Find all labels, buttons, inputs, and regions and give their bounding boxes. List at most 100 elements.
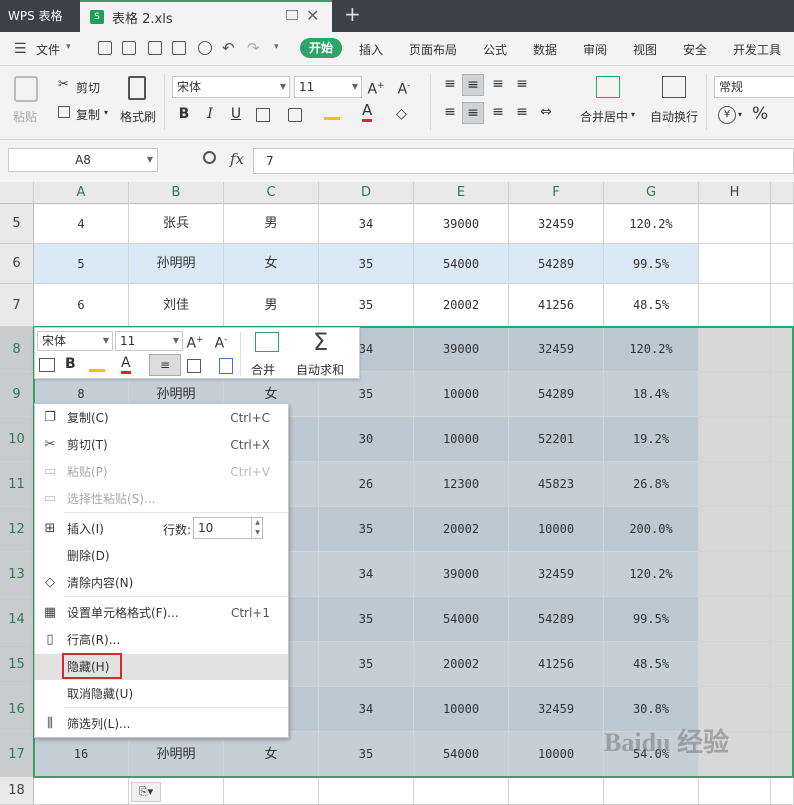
column-header-extra[interactable] bbox=[771, 182, 794, 204]
cell-e10[interactable]: 10000 bbox=[414, 417, 509, 462]
hamburger-icon[interactable]: ☰ bbox=[14, 41, 27, 57]
row-header-5[interactable]: 5 bbox=[0, 204, 34, 244]
tab-developer[interactable]: 开发工具 bbox=[733, 41, 781, 58]
row-header-13[interactable]: 13 bbox=[0, 552, 34, 597]
orientation-icon[interactable]: ≡ bbox=[512, 74, 532, 94]
quick-access-dropdown-icon[interactable]: ▾ bbox=[274, 42, 279, 52]
cell-f17[interactable]: 10000 bbox=[509, 732, 604, 777]
copy-icon[interactable] bbox=[58, 106, 70, 118]
cell-h7[interactable] bbox=[699, 284, 771, 327]
eraser-icon[interactable]: ◇ bbox=[396, 106, 407, 122]
cell-overflow[interactable] bbox=[771, 462, 794, 507]
row-header-14[interactable]: 14 bbox=[0, 597, 34, 642]
cell-h11[interactable] bbox=[699, 462, 771, 507]
cell-a18[interactable] bbox=[34, 777, 129, 805]
font-size-select[interactable]: 11 ▼ bbox=[294, 76, 362, 98]
zoom-icon[interactable] bbox=[203, 151, 216, 164]
cell-f10[interactable]: 52201 bbox=[509, 417, 604, 462]
copy-button[interactable]: 复制 bbox=[76, 106, 100, 123]
tab-formulas[interactable]: 公式 bbox=[483, 41, 507, 58]
cell-h10[interactable] bbox=[699, 417, 771, 462]
align-left-icon[interactable]: ≡ bbox=[440, 102, 460, 122]
cell-overflow[interactable] bbox=[771, 777, 794, 805]
cell-d14[interactable]: 35 bbox=[319, 597, 414, 642]
cell-h6[interactable] bbox=[699, 244, 771, 284]
cell-h5[interactable] bbox=[699, 204, 771, 244]
align-center-icon[interactable]: ≡ bbox=[462, 102, 484, 124]
tab-view[interactable]: 视图 bbox=[633, 41, 657, 58]
cell-overflow[interactable] bbox=[771, 204, 794, 244]
cut-button[interactable]: 剪切 bbox=[76, 79, 100, 96]
cell-a5[interactable]: 4 bbox=[34, 204, 129, 244]
cell-d10[interactable]: 30 bbox=[319, 417, 414, 462]
bold-button[interactable]: B bbox=[174, 104, 194, 124]
cell-g14[interactable]: 99.5% bbox=[604, 597, 699, 642]
align-middle-icon[interactable]: ≡ bbox=[462, 74, 484, 96]
cell-overflow[interactable] bbox=[771, 732, 794, 777]
wrap-text-button[interactable]: 自动换行 bbox=[650, 108, 698, 125]
print-preview-icon[interactable] bbox=[198, 41, 212, 55]
cell-h15[interactable] bbox=[699, 642, 771, 687]
tab-security[interactable]: 安全 bbox=[683, 41, 707, 58]
formula-input[interactable]: 7 bbox=[253, 148, 794, 174]
row-header-16[interactable]: 16 bbox=[0, 687, 34, 732]
row-header-6[interactable]: 6 bbox=[0, 244, 34, 284]
cell-overflow[interactable] bbox=[771, 597, 794, 642]
cell-f7[interactable]: 41256 bbox=[509, 284, 604, 327]
align-top-icon[interactable]: ≡ bbox=[440, 74, 460, 94]
tab-insert[interactable]: 插入 bbox=[359, 41, 383, 58]
format-painter-icon[interactable] bbox=[219, 358, 233, 374]
cell-e17[interactable]: 54000 bbox=[414, 732, 509, 777]
chevron-down-icon[interactable]: ▾ bbox=[104, 108, 108, 117]
paste-icon[interactable] bbox=[14, 76, 38, 102]
redo-icon[interactable]: ↷ bbox=[247, 39, 260, 57]
align-center-icon[interactable]: ≡ bbox=[149, 354, 181, 376]
menu-item-row-height[interactable]: ▯ 行高(R)... bbox=[35, 627, 288, 653]
cell-d12[interactable]: 35 bbox=[319, 507, 414, 552]
cell-c17[interactable]: 女 bbox=[224, 732, 319, 777]
column-header-b[interactable]: B bbox=[129, 182, 224, 204]
number-format-select[interactable]: 常规 bbox=[714, 76, 794, 98]
justify-icon[interactable]: ≡ bbox=[512, 102, 532, 122]
currency-icon[interactable]: ¥ bbox=[718, 106, 736, 124]
cell-b5[interactable]: 张兵 bbox=[129, 204, 224, 244]
menu-item-copy[interactable]: ❐ 复制(C) Ctrl+C bbox=[35, 405, 288, 431]
cell-e9[interactable]: 10000 bbox=[414, 372, 509, 417]
file-tab[interactable]: S 表格 2.xls ✕ bbox=[80, 0, 332, 32]
distributed-icon[interactable]: ⇔ bbox=[536, 102, 556, 122]
cell-e18[interactable] bbox=[414, 777, 509, 805]
fill-color-icon[interactable] bbox=[89, 358, 105, 372]
cell-overflow[interactable] bbox=[771, 372, 794, 417]
cell-f9[interactable]: 54289 bbox=[509, 372, 604, 417]
cell-a7[interactable]: 6 bbox=[34, 284, 129, 327]
cell-d18[interactable] bbox=[319, 777, 414, 805]
percent-button[interactable]: % bbox=[752, 104, 768, 124]
align-bottom-icon[interactable]: ≡ bbox=[488, 74, 508, 94]
cell-g11[interactable]: 26.8% bbox=[604, 462, 699, 507]
format-painter-icon[interactable] bbox=[128, 76, 146, 100]
row-header-12[interactable]: 12 bbox=[0, 507, 34, 552]
row-header-10[interactable]: 10 bbox=[0, 417, 34, 462]
menu-item-filter-columns[interactable]: ⫼ 筛选列(L)... bbox=[35, 711, 288, 737]
borders-icon[interactable] bbox=[187, 359, 201, 373]
cell-a6[interactable]: 5 bbox=[34, 244, 129, 284]
menu-item-paste-special[interactable]: ▭ 选择性粘贴(S)... bbox=[35, 486, 288, 512]
row-header-11[interactable]: 11 bbox=[0, 462, 34, 507]
cell-g6[interactable]: 99.5% bbox=[604, 244, 699, 284]
chevron-down-icon[interactable]: ▾ bbox=[66, 42, 71, 52]
cell-f12[interactable]: 10000 bbox=[509, 507, 604, 552]
cell-b17[interactable]: 孙明明 bbox=[129, 732, 224, 777]
cell-f6[interactable]: 54289 bbox=[509, 244, 604, 284]
menu-item-cut[interactable]: ✂ 剪切(T) Ctrl+X bbox=[35, 432, 288, 458]
paste-label[interactable]: 粘贴 bbox=[13, 108, 37, 125]
cell-d17[interactable]: 35 bbox=[319, 732, 414, 777]
cell-overflow[interactable] bbox=[771, 284, 794, 327]
cell-e6[interactable]: 54000 bbox=[414, 244, 509, 284]
autosum-button[interactable]: 自动求和 bbox=[296, 361, 344, 378]
fill-color-icon[interactable] bbox=[324, 106, 340, 120]
scissors-icon[interactable]: ✂ bbox=[58, 77, 69, 92]
name-box[interactable]: A8 ▼ bbox=[8, 148, 158, 172]
cell-e14[interactable]: 54000 bbox=[414, 597, 509, 642]
menu-item-hide[interactable]: 隐藏(H) bbox=[35, 653, 288, 680]
merge-button[interactable]: 合并 bbox=[251, 361, 275, 378]
